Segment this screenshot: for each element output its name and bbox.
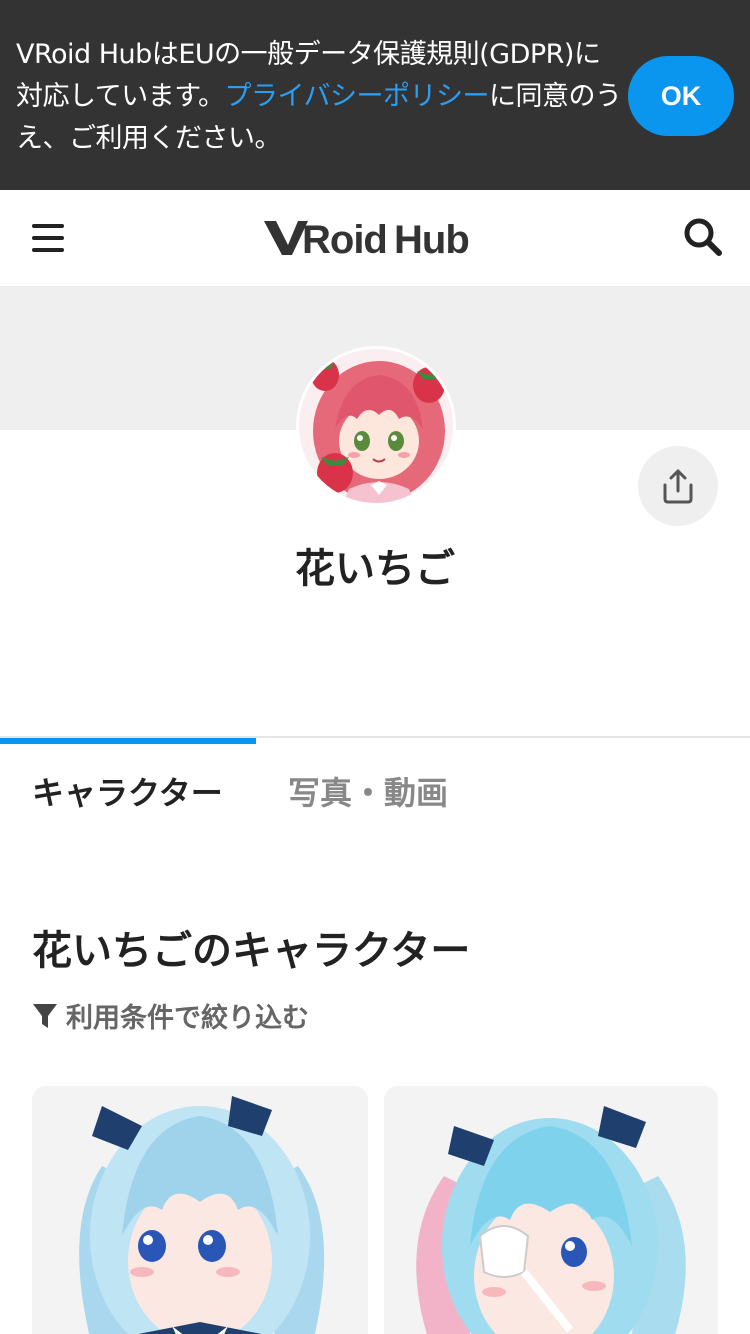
gdpr-message: VRoid HubはEUの一般データ保護規則(GDPR)に対応しています。プライ… — [16, 34, 626, 160]
svg-text:Roid: Roid — [302, 218, 387, 261]
character-card[interactable] — [384, 1086, 718, 1334]
gdpr-ok-button[interactable]: OK — [628, 56, 734, 136]
share-button[interactable] — [638, 446, 718, 526]
character-card[interactable] — [32, 1086, 368, 1334]
character-thumbnail — [384, 1086, 718, 1334]
filter-label: 利用条件で絞り込む — [66, 1003, 309, 1034]
active-tab-indicator — [0, 738, 256, 744]
share-icon — [663, 469, 693, 504]
hamburger-icon[interactable] — [30, 220, 66, 256]
site-header: Roid Hub — [0, 190, 750, 286]
vroid-hub-logo[interactable]: Roid Hub — [262, 210, 492, 266]
profile-name: 花いちご — [295, 546, 455, 592]
filter-icon — [33, 1003, 57, 1028]
privacy-policy-link[interactable]: プライバシーポリシー — [225, 81, 490, 112]
logo-wordmark: Roid Hub — [264, 218, 470, 261]
tab-characters[interactable]: キャラクター — [32, 768, 223, 814]
search-icon[interactable] — [682, 216, 724, 258]
svg-text:Hub: Hub — [394, 218, 469, 261]
section-title: 花いちごのキャラクター — [32, 928, 471, 974]
filter-by-license-button[interactable]: 利用条件で絞り込む — [32, 996, 309, 1035]
gdpr-banner: VRoid HubはEUの一般データ保護規則(GDPR)に対応しています。プライ… — [0, 0, 750, 190]
profile-avatar — [296, 346, 456, 506]
character-thumbnail — [32, 1086, 368, 1334]
tab-photos-videos[interactable]: 写真・動画 — [288, 768, 448, 814]
